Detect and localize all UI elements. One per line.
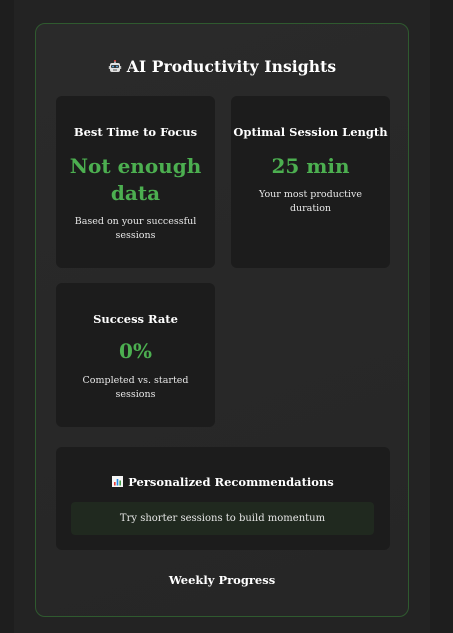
best-time-subtitle-line2: sessions	[115, 230, 156, 241]
panel-title-text: AI Productivity Insights	[126, 57, 337, 76]
success-rate-subtitle: Completed vs. started sessions	[56, 374, 215, 402]
recommendations-title-text: Personalized Recommendations	[128, 475, 334, 489]
best-time-subtitle: Based on your successful sessions	[56, 215, 215, 243]
robot-icon	[108, 59, 122, 73]
best-time-card: Best Time to Focus Not enough data Based…	[56, 96, 215, 268]
session-length-subtitle-line2: duration	[289, 203, 332, 214]
bar-chart-icon	[112, 476, 124, 487]
success-rate-subtitle-line1: Completed vs. started	[82, 375, 189, 386]
best-time-value-line1: Not enough	[69, 154, 202, 178]
success-rate-card: Success Rate 0% Completed vs. started se…	[56, 283, 215, 427]
session-length-card: Optimal Session Length 25 min Your most …	[231, 96, 390, 268]
insights-panel: AI Productivity Insights Best Time to Fo…	[35, 23, 409, 617]
best-time-subtitle-line1: Based on your successful	[74, 216, 197, 227]
weekly-progress-heading: Weekly Progress	[168, 573, 276, 587]
session-length-title: Optimal Session Length	[233, 125, 388, 139]
recommendations-title: Personalized Recommendations	[56, 475, 390, 489]
session-length-value: 25 min	[271, 154, 350, 178]
session-length-subtitle: Your most productive duration	[231, 188, 390, 216]
success-rate-title: Success Rate	[93, 312, 178, 326]
best-time-value: Not enough data	[56, 153, 215, 207]
best-time-title: Best Time to Focus	[73, 125, 198, 139]
panel-title: AI Productivity Insights	[36, 57, 408, 76]
success-rate-subtitle-line2: sessions	[115, 389, 156, 400]
recommendation-item: Try shorter sessions to build momentum	[71, 502, 374, 535]
success-rate-value: 0%	[119, 339, 152, 363]
session-length-subtitle-line1: Your most productive	[259, 189, 362, 200]
best-time-value-line2: data	[110, 181, 161, 205]
page: AI Productivity Insights Best Time to Fo…	[0, 0, 453, 633]
recommendations-card: Personalized Recommendations Try shorter…	[56, 447, 390, 550]
